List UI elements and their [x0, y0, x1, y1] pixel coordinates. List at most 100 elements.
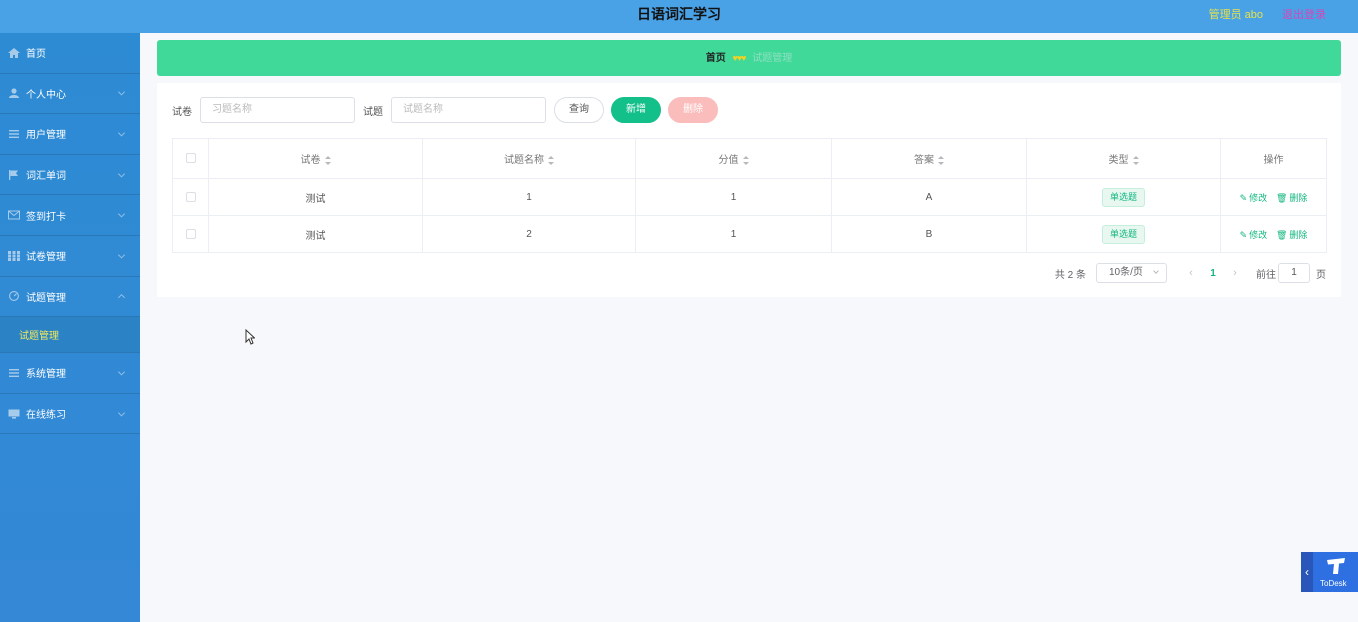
user-icon — [9, 88, 19, 99]
chevron-down-icon — [117, 129, 126, 137]
sort-icon[interactable] — [1132, 155, 1139, 165]
paper-search-label: 试卷 — [172, 106, 192, 118]
cell-paper: 测试 — [208, 178, 423, 216]
cell-paper: 测试 — [208, 215, 423, 253]
chevron-down-icon — [117, 368, 126, 376]
prev-page-button[interactable]: ‹ — [1180, 267, 1202, 279]
sidebar-item-system-management[interactable]: 系统管理 — [0, 353, 140, 394]
sidebar-item-personal-center[interactable]: 个人中心 — [0, 74, 140, 115]
pagination: 共 2 条 10条/页 ‹ 1 › 前往 1 页 — [1055, 262, 1326, 284]
sidebar-item-online-practice[interactable]: 在线练习 — [0, 394, 140, 435]
sidebar-item-question-management[interactable]: 试题管理 — [0, 277, 140, 318]
chevron-down-icon — [117, 88, 126, 96]
sort-icon[interactable] — [742, 155, 749, 165]
list-icon — [9, 368, 19, 377]
select-all-checkbox[interactable] — [185, 153, 196, 164]
questions-table: 试卷 试题名称 分值 答案 类型 操作 测试 1 1 A 单选题 ✎ 修改 🗑 删除 — [172, 138, 1327, 253]
cell-answer: B — [831, 215, 1027, 253]
content-panel: 试卷 习题名称 试题 试题名称 查询 新增 删除 试卷 试题名称 分值 答案 类… — [157, 83, 1341, 297]
sidebar-item-label: 系统管理 — [26, 369, 66, 381]
chevron-up-icon — [117, 294, 126, 302]
table-header-row: 试卷 试题名称 分值 答案 类型 操作 — [172, 138, 1327, 179]
question-search-input[interactable]: 试题名称 — [391, 97, 546, 123]
home-icon — [8, 47, 20, 58]
sidebar-item-label: 用户管理 — [26, 130, 66, 142]
sidebar-item-label: 试卷管理 — [26, 252, 66, 264]
cell-question-name: 2 — [422, 215, 636, 253]
edit-button[interactable]: ✎ 修改 — [1240, 193, 1268, 203]
type-tag: 单选题 — [1101, 224, 1145, 244]
app-title: 日语词汇学习 — [637, 6, 721, 22]
todesk-widget[interactable]: ‹ ToDesk — [1301, 552, 1358, 592]
row-select-cell — [172, 178, 209, 216]
current-user-label: 管理员 abo — [1208, 9, 1263, 21]
cell-answer: A — [831, 178, 1027, 216]
sidebar-item-user-management[interactable]: 用户管理 — [0, 114, 140, 155]
todesk-label: ToDesk — [1320, 579, 1347, 588]
cell-type: 单选题 — [1026, 178, 1221, 216]
delete-button[interactable]: 🗑 删除 — [1276, 230, 1307, 240]
sidebar-item-label: 词汇单词 — [26, 171, 66, 183]
sort-icon[interactable] — [938, 155, 944, 165]
goto-label: 前往 — [1256, 269, 1276, 281]
query-button[interactable]: 查询 — [554, 97, 604, 123]
question-search-label: 试题 — [363, 106, 383, 118]
paper-search-input[interactable]: 习题名称 — [200, 97, 355, 123]
table-row: 测试 2 1 B 单选题 ✎ 修改 🗑 删除 — [172, 215, 1327, 253]
column-header-score[interactable]: 分值 — [635, 138, 832, 179]
gauge-icon — [9, 291, 19, 302]
edit-button[interactable]: ✎ 修改 — [1240, 230, 1268, 240]
sidebar-item-label: 个人中心 — [26, 89, 66, 101]
chevron-down-icon — [117, 409, 126, 417]
next-page-button[interactable]: › — [1224, 267, 1246, 279]
delete-button[interactable]: 🗑 删除 — [1276, 193, 1307, 203]
edit-icon: ✎ — [1239, 192, 1248, 203]
column-header-paper[interactable]: 试卷 — [208, 138, 423, 179]
breadcrumb-current: 试题管理 — [752, 53, 793, 64]
sidebar-subitem-question-management[interactable]: 试题管理 — [0, 317, 140, 354]
sidebar-item-checkin[interactable]: 签到打卡 — [0, 195, 140, 236]
cell-score: 1 — [635, 215, 832, 253]
cell-actions: ✎ 修改 🗑 删除 — [1220, 215, 1327, 253]
page-number[interactable]: 1 — [1202, 268, 1224, 279]
row-checkbox[interactable] — [185, 228, 196, 239]
sidebar-item-label: 签到打卡 — [26, 211, 66, 223]
sidebar-item-label: 首页 — [26, 49, 46, 61]
chevron-down-icon — [1153, 268, 1159, 274]
cell-question-name: 1 — [422, 178, 636, 216]
sidebar-item-home[interactable]: 首页 — [0, 33, 140, 74]
top-header: 日语词汇学习 管理员 abo 退出登录 — [0, 0, 1358, 33]
sort-icon[interactable] — [548, 155, 554, 165]
add-button[interactable]: 新增 — [611, 97, 661, 123]
column-header-type[interactable]: 类型 — [1026, 138, 1221, 179]
row-checkbox[interactable] — [185, 191, 196, 202]
cell-type: 单选题 — [1026, 215, 1221, 253]
sidebar-item-label: 试题管理 — [26, 292, 66, 304]
page-unit-label: 页 — [1316, 269, 1326, 281]
breadcrumb-home[interactable]: 首页 — [706, 53, 726, 64]
page-size-select[interactable]: 10条/页 — [1096, 263, 1167, 283]
sidebar-item-vocabulary[interactable]: 词汇单词 — [0, 155, 140, 196]
column-header-question-name[interactable]: 试题名称 — [422, 138, 636, 179]
batch-delete-button[interactable]: 删除 — [668, 97, 718, 123]
breadcrumb: 首页 ♥♥♥ 试题管理 — [157, 40, 1341, 76]
sort-icon[interactable] — [324, 155, 331, 165]
logout-link[interactable]: 退出登录 — [1282, 6, 1326, 22]
edit-icon: ✎ — [1239, 229, 1248, 240]
trash-icon: 🗑 — [1275, 192, 1288, 203]
list-icon — [9, 129, 19, 138]
sidebar: 首页 个人中心 用户管理 词汇单词 签到打卡 试卷管理 试题管理 试题管理 系统… — [0, 33, 140, 622]
grid-icon — [8, 250, 20, 261]
goto-page-input[interactable]: 1 — [1278, 263, 1310, 283]
heart-separator-icon: ♥♥♥ — [732, 53, 746, 63]
flag-icon — [9, 169, 18, 180]
sidebar-item-paper-management[interactable]: 试卷管理 — [0, 236, 140, 277]
chevron-left-icon[interactable]: ‹ — [1301, 552, 1313, 592]
table-row: 测试 1 1 A 单选题 ✎ 修改 🗑 删除 — [172, 178, 1327, 216]
cell-actions: ✎ 修改 🗑 删除 — [1220, 178, 1327, 216]
mouse-cursor-icon — [245, 329, 255, 345]
chevron-down-icon — [117, 210, 126, 218]
column-header-answer[interactable]: 答案 — [831, 138, 1027, 179]
mail-icon — [8, 210, 20, 220]
trash-icon: 🗑 — [1275, 229, 1288, 240]
